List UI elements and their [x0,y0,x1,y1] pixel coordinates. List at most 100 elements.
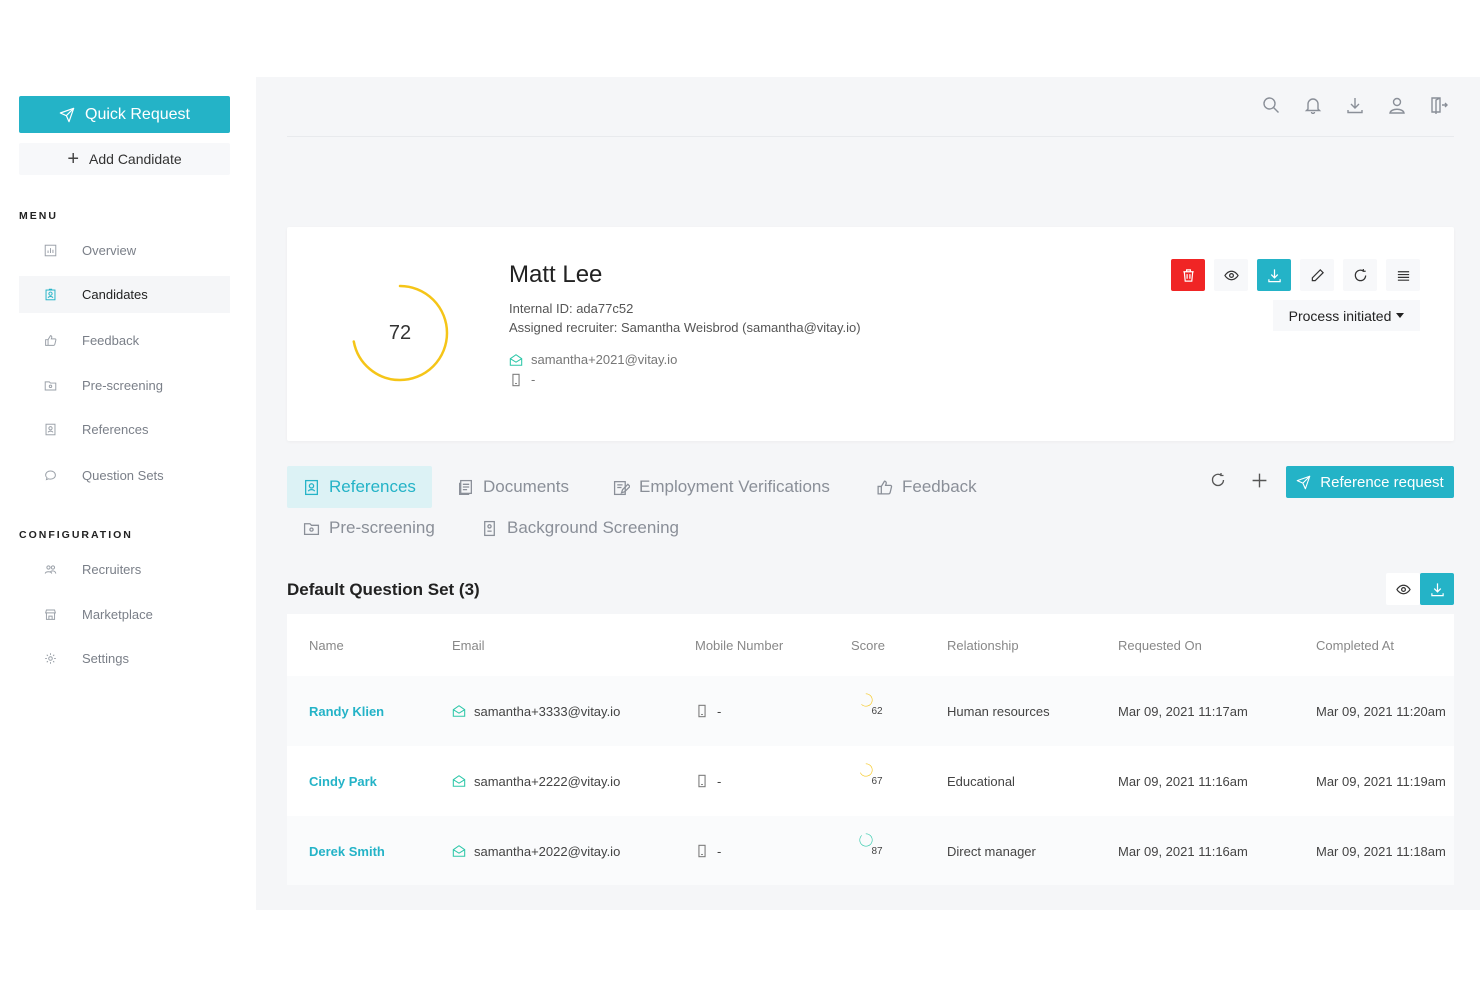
column-header: Score [851,638,885,653]
score-value: 62 [871,705,883,717]
edit-button[interactable] [1300,259,1334,291]
email-value: samantha+3333@vitay.io [474,703,621,719]
view-button[interactable] [1214,259,1248,291]
tab-employment-verifications[interactable]: Employment Verifications [597,466,846,508]
mobile-cell: - [695,676,721,746]
list-icon [1397,270,1409,281]
download-button[interactable] [1420,573,1454,605]
sidebar-item-label: Pre-screening [82,378,163,393]
requested-on-cell: Mar 09, 2021 11:17am [1118,703,1248,719]
sidebar-item-overview[interactable]: Overview [19,232,230,269]
email-cell: samantha+3333@vitay.io [452,676,620,746]
eye-icon [1223,270,1239,280]
candidate-name: Matt Lee [509,261,603,288]
sidebar-item-feedback[interactable]: Feedback [19,322,230,359]
candidate-email: samantha+2021@vitay.io [531,352,678,367]
mobile-value: - [717,773,722,789]
add-icon[interactable] [1251,472,1269,490]
sidebar-item-label: Candidates [82,287,148,302]
sidebar-item-recruiters[interactable]: Recruiters [19,551,230,588]
refresh-button[interactable] [1343,259,1377,291]
plus-icon: + [67,148,80,170]
download-icon [1267,268,1281,282]
tab-label: Documents [483,477,569,496]
tab-background-screening[interactable]: Background Screening [465,507,695,549]
column-header: Completed At [1316,638,1395,653]
paper-plane-icon [59,107,75,122]
list-button[interactable] [1386,259,1420,291]
bell-icon[interactable] [1304,96,1322,114]
user-icon[interactable] [1388,96,1406,114]
quick-request-button[interactable]: Quick Request [19,96,230,133]
mobile-cell: - [695,816,721,885]
sidebar: Quick Request + Add Candidate MENU Overv… [0,0,256,910]
requested-on-cell: Mar 09, 2021 11:16am [1118,773,1248,789]
relationship-cell: Human resources [947,703,1050,719]
trash-icon [1182,268,1194,282]
users-icon [43,563,57,577]
sidebar-item-settings[interactable]: Settings [19,640,230,677]
sidebar-item-marketplace[interactable]: Marketplace [19,596,230,633]
envelope-icon [452,705,466,717]
reference-name-link[interactable]: Derek Smith [309,816,385,885]
store-icon [43,608,57,622]
column-header: Email [452,638,485,653]
sidebar-item-references[interactable]: References [19,411,230,448]
column-header: Mobile Number [695,638,784,653]
tab-label: Background Screening [507,518,680,537]
add-candidate-button[interactable]: + Add Candidate [19,143,230,175]
eye-icon [1395,584,1411,594]
candidate-mobile-row: - [509,372,535,387]
mobile-icon [698,774,706,788]
reference-name-link[interactable]: Cindy Park [309,746,377,816]
email-value: samantha+2022@vitay.io [474,843,621,859]
internal-id: Internal ID: ada77c52 [509,301,634,316]
logout-icon[interactable] [1430,96,1448,114]
download-icon[interactable] [1346,96,1364,114]
reference-request-button[interactable]: Reference request [1286,466,1454,498]
score-cell: 67 [859,746,895,816]
mobile-icon [698,704,706,718]
chart-icon [43,244,57,258]
badge-icon [484,520,495,536]
refresh-icon[interactable] [1210,472,1228,490]
candidate-mobile: - [531,372,536,387]
folder-icon [303,522,320,535]
mobile-icon [512,373,520,386]
sidebar-item-pre-screening[interactable]: Pre-screening [19,367,230,404]
completed-at-cell: Mar 09, 2021 11:18am [1316,843,1446,859]
email-cell: samantha+2222@vitay.io [452,746,620,816]
candidate-actions [1171,259,1420,291]
download-icon [1430,582,1444,596]
caret-down-icon [1396,313,1405,318]
tab-label: References [329,477,416,496]
search-icon[interactable] [1262,96,1280,114]
sidebar-item-question-sets[interactable]: Question Sets [19,457,230,494]
tab-references[interactable]: References [287,466,432,508]
paper-plane-icon [1296,475,1311,489]
mobile-value: - [717,843,722,859]
status-dropdown[interactable]: Process initiated [1273,300,1420,331]
email-cell: samantha+2022@vitay.io [452,816,620,885]
tab-documents[interactable]: Documents [441,466,585,508]
score-value: 67 [871,775,883,787]
envelope-icon [452,845,466,857]
tab-pre-screening[interactable]: Pre-screening [287,507,451,549]
gear-icon [43,652,57,666]
tab-label: Feedback [902,477,977,496]
relationship-cell: Direct manager [947,843,1036,859]
sidebar-item-candidates[interactable]: Candidates [19,276,230,313]
reference-name-link[interactable]: Randy Klien [309,676,384,746]
tab-feedback[interactable]: Feedback [860,466,993,508]
email-value: samantha+2222@vitay.io [474,773,621,789]
relationship-cell: Educational [947,773,1015,789]
download-button[interactable] [1257,259,1291,291]
column-header: Requested On [1118,638,1202,653]
sidebar-item-label: Question Sets [82,468,164,483]
thumbs-up-icon [877,479,893,495]
question-set-title: Default Question Set (3) [287,580,480,599]
sidebar-item-label: Overview [82,243,137,258]
thumbs-up-icon [43,334,57,348]
view-button[interactable] [1386,573,1420,605]
delete-button[interactable] [1171,259,1205,291]
